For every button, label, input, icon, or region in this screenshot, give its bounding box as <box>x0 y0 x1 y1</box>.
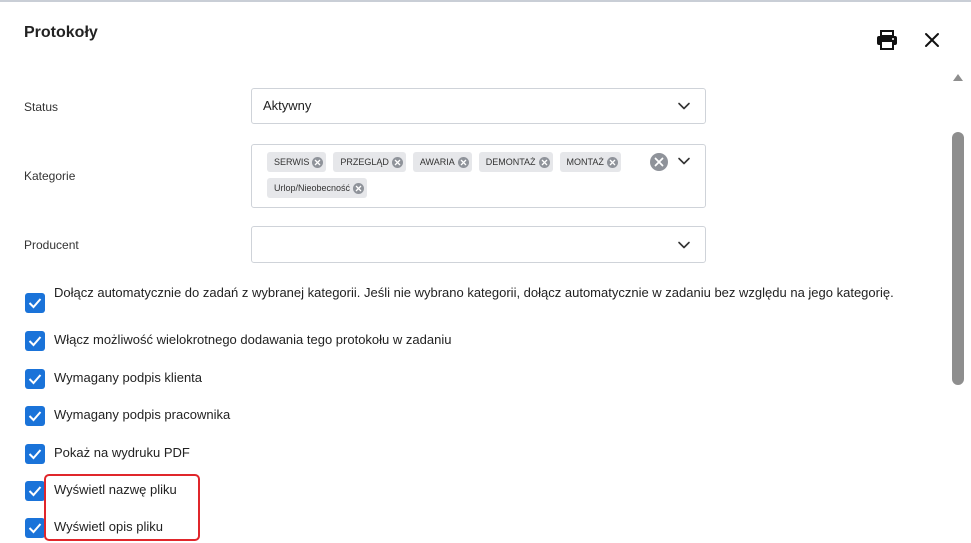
tag: DEMONTAŻ <box>478 152 553 172</box>
checkmark-icon <box>28 523 42 534</box>
status-select[interactable]: Aktywny <box>251 88 706 124</box>
dialog-title: Protokoły <box>24 24 98 41</box>
checkbox-row-multiple: Włącz możliwość wielokrotnego dodawania … <box>25 331 925 351</box>
scrollbar-thumb[interactable] <box>952 132 964 385</box>
tag: MONTAŻ <box>559 152 621 172</box>
checkbox-pdf[interactable] <box>25 444 45 464</box>
tag-label: PRZEGLĄD <box>340 157 389 167</box>
tag-remove-icon[interactable] <box>457 156 469 168</box>
print-button[interactable] <box>873 26 901 54</box>
checkbox-label: Włącz możliwość wielokrotnego dodawania … <box>54 332 452 347</box>
printer-icon <box>877 30 897 50</box>
close-button[interactable] <box>918 26 946 54</box>
checkbox-row-pdf: Pokaż na wydruku PDF <box>25 444 925 464</box>
checkbox-label: Pokaż na wydruku PDF <box>54 445 190 460</box>
scroll-up-arrow-icon[interactable] <box>953 73 963 81</box>
status-value: Aktywny <box>263 98 312 113</box>
clear-all-icon[interactable] <box>650 153 668 171</box>
checkmark-icon <box>28 411 42 422</box>
checkmark-icon <box>28 486 42 497</box>
chevron-down-icon <box>678 241 690 249</box>
checkbox-employee-signature[interactable] <box>25 406 45 426</box>
tag-label: DEMONTAŻ <box>485 157 536 167</box>
checkbox-label: Dołącz automatycznie do zadań z wybranej… <box>54 285 894 300</box>
checkbox-file-description[interactable] <box>25 518 45 538</box>
checkbox-client-signature[interactable] <box>25 369 45 389</box>
checkmark-icon <box>28 374 42 385</box>
checkmark-icon <box>28 449 42 460</box>
tag-label: AWARIA <box>419 157 455 167</box>
checkbox-file-name[interactable] <box>25 481 45 501</box>
tag-remove-icon[interactable] <box>538 156 550 168</box>
protocols-dialog: Protokoły Status Aktywny Kategorie SERWI… <box>0 0 971 543</box>
tag-label: Urlop/Nieobecność <box>274 183 351 193</box>
checkmark-icon <box>28 336 42 347</box>
tag: PRZEGLĄD <box>333 152 406 172</box>
tag: SERWIS <box>267 152 327 172</box>
checkbox-row-auto-attach: Dołącz automatycznie do zadań z wybranej… <box>25 285 925 313</box>
checkbox-label: Wymagany podpis pracownika <box>54 407 231 422</box>
checkbox-label: Wymagany podpis klienta <box>54 370 203 385</box>
checkmark-icon <box>28 298 42 309</box>
tag-remove-icon[interactable] <box>391 156 403 168</box>
tag: Urlop/Nieobecność <box>267 178 368 198</box>
close-icon <box>925 33 939 47</box>
tag-label: MONTAŻ <box>566 157 604 167</box>
checkbox-row-employee-signature: Wymagany podpis pracownika <box>25 406 925 426</box>
producent-label: Producent <box>24 238 79 252</box>
tag-list: SERWIS PRZEGLĄD AWARIA DEMONTAŻ MONTAŻ U… <box>267 152 647 198</box>
checkbox-multiple[interactable] <box>25 331 45 351</box>
tag-remove-icon[interactable] <box>353 182 365 194</box>
tag-remove-icon[interactable] <box>606 156 618 168</box>
producent-select[interactable] <box>251 226 706 263</box>
kategorie-label: Kategorie <box>24 169 76 183</box>
tag: AWARIA <box>412 152 472 172</box>
checkbox-row-client-signature: Wymagany podpis klienta <box>25 369 925 389</box>
status-label: Status <box>24 100 59 114</box>
tag-label: SERWIS <box>274 157 310 167</box>
chevron-down-icon[interactable] <box>677 154 691 168</box>
chevron-down-icon <box>678 102 690 110</box>
tag-remove-icon[interactable] <box>312 156 324 168</box>
checkbox-auto-attach[interactable] <box>25 293 45 313</box>
highlight-box <box>44 474 200 541</box>
kategorie-multiselect[interactable]: SERWIS PRZEGLĄD AWARIA DEMONTAŻ MONTAŻ U… <box>251 144 706 208</box>
